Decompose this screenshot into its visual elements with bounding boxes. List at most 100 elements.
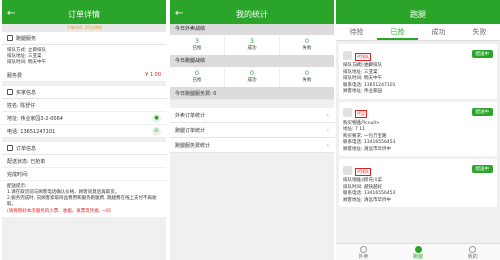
fee-label: 服务费 <box>7 72 23 79</box>
nav-label: 跑腿服务费统计 <box>175 142 211 149</box>
order-card[interactable]: 代排队 1天前 配送中 排队地址: 缪氏川菜 排队时间: 越快越好 联系电话: 1… <box>339 159 497 207</box>
buyer-address-row: 地址: 伟业家园3-2-0064 ● <box>2 112 166 125</box>
page-title: 订单详情 <box>68 10 100 19</box>
run-stats: 0 已抢 0 成功 0 失败 <box>170 67 334 88</box>
order-time-notice: 下单时间: 35分钟前 <box>2 24 166 32</box>
stat-label: 成功 <box>247 78 257 83</box>
page-title: 跑腿 <box>410 10 426 19</box>
nav-label: 跑腿订单统计 <box>175 127 206 134</box>
delivery-status-row: 配送状态: 已抢单 <box>2 155 166 168</box>
nav-run-fee-stats[interactable]: 跑腿服务费统计 › <box>170 138 334 153</box>
section-service-title: 跑腿服务 <box>16 35 37 42</box>
order-detail-screen: ← 订单详情 下单时间: 35分钟前 跑腿服务 排队方式: 立即排队 排队地址:… <box>2 0 166 260</box>
buyer-phone: 电话: 13651247101 <box>7 128 56 135</box>
service-line: 排队时间: 明天中午 <box>7 60 46 65</box>
tab-label: 我的 <box>467 254 478 260</box>
location-icon[interactable]: ● <box>152 113 161 123</box>
service-info: 排队方式: 立即排队 排队地址: 三亚棠 排队时间: 明天中午 <box>2 45 166 69</box>
nav-bar: ← 订单详情 <box>2 5 166 24</box>
stat-number: 0 <box>304 69 310 77</box>
status-badge: 配送中 <box>471 165 493 173</box>
buyer-name: 姓名: 陈舒仔 <box>7 102 36 109</box>
order-card[interactable]: 代排队 35分钟前 配送中 排队方式: 立即排队 排队地址: 三亚棠 排队时间: … <box>339 44 497 99</box>
stat-number: 0 <box>304 37 310 45</box>
order-icon <box>7 145 13 151</box>
tab-failed[interactable]: 失败 <box>459 24 500 40</box>
stat-label: 失败 <box>302 46 312 51</box>
stat-number: 0 <box>194 69 200 77</box>
back-arrow-icon[interactable]: ← <box>175 8 183 20</box>
chevron-right-icon: › <box>326 141 329 149</box>
tab-me[interactable]: 我的 <box>445 244 500 260</box>
section-buyer-title: 买家信息 <box>16 89 37 96</box>
tab-success[interactable]: 成功 <box>418 24 459 40</box>
stat-cell: 0 已抢 <box>170 67 225 87</box>
order-type-tag: 代排队 <box>355 52 371 61</box>
done-time-row: 完成时间: <box>2 168 166 181</box>
errand-icon <box>414 246 422 253</box>
buyer-name-row: 姓名: 陈舒仔 <box>2 99 166 112</box>
order-line: 顾客地址: 清远市华侨中 <box>343 146 391 152</box>
avatar <box>343 50 352 60</box>
tab-grabbed[interactable]: 已抢 <box>377 24 418 40</box>
chevron-right-icon: › <box>326 111 329 119</box>
nav-run-stats[interactable]: 跑腿订单统计 › <box>170 123 334 138</box>
stat-number: 3 <box>249 37 255 45</box>
avatar <box>343 165 352 175</box>
bottom-tab-bar: 外卖 跑腿 我的 <box>336 243 500 260</box>
fee-value: ¥ 1.00 <box>145 72 161 78</box>
section-order: 订单信息 <box>2 142 166 155</box>
order-card[interactable]: 代买 1天前 配送中 购买物品: <null> 地址: 7 11 购买要求: 一包… <box>339 101 497 156</box>
nav-takeout-stats[interactable]: 外卖订单统计 › <box>170 108 334 123</box>
nav-label: 外卖订单统计 <box>175 112 206 119</box>
buyer-phone-row: 电话: 13651247101 ✆ <box>2 125 166 138</box>
nav-bar: 跑腿 <box>336 5 500 24</box>
stat-label: 已抢 <box>192 46 202 51</box>
tab-label: 跑腿 <box>413 254 424 260</box>
order-time: 35分钟前 <box>355 61 373 67</box>
section-service: 跑腿服务 <box>2 32 166 45</box>
tab-label: 外卖 <box>358 254 369 260</box>
stat-cell: 0 成功 <box>225 67 280 87</box>
takeout-stats: 3 已抢 3 成功 0 失败 <box>170 35 334 56</box>
chevron-right-icon: › <box>326 126 329 134</box>
order-card-header: 代排队 1天前 配送中 <box>343 162 493 182</box>
run-fee-summary: 今日跑腿服务费: 0 <box>170 88 334 100</box>
section-order-title: 订单信息 <box>16 145 37 152</box>
order-type-tag: 代排队 <box>355 167 371 176</box>
stat-cell: 3 成功 <box>225 35 280 55</box>
stat-number: 3 <box>194 37 200 45</box>
stat-cell: 0 失败 <box>280 67 334 87</box>
order-type-tag: 代买 <box>355 110 367 118</box>
order-time: 1天前 <box>355 119 366 124</box>
stat-label: 成功 <box>247 46 257 51</box>
stat-number: 0 <box>249 69 255 77</box>
phone-icon[interactable]: ✆ <box>152 126 161 136</box>
buyer-address: 地址: 伟业家园3-2-0064 <box>7 115 63 122</box>
back-arrow-icon[interactable]: ← <box>7 8 15 20</box>
avatar <box>343 108 352 117</box>
page-title: 我的统计 <box>236 10 268 19</box>
done-time: 完成时间: <box>7 171 29 178</box>
section-buyer: 买家信息 <box>2 86 166 99</box>
run-stats-title: 今日跑腿战绩 <box>170 56 334 67</box>
tab-pending[interactable]: 待抢 <box>336 24 377 40</box>
errand-list-screen: 跑腿 待抢 已抢 成功 失败 代排队 35分钟前 配送中 排队方式: 立即排队 排… <box>336 0 500 260</box>
status-tabs: 待抢 已抢 成功 失败 <box>336 24 500 41</box>
status-badge: 配送中 <box>471 107 493 116</box>
order-time: 1天前 <box>355 176 366 182</box>
tips: 配送提示: 1.请在取货前与顾客电话确认价格、顾客同意后再取货。 2.服务完成时… <box>2 181 166 217</box>
stat-label: 失败 <box>302 78 312 83</box>
stat-cell: 3 已抢 <box>170 35 225 55</box>
order-line: 顾客地址: 伟业家园 <box>343 89 382 94</box>
tip-warning: (请保管好本次服务的小票、收据、发票等凭据, 一同 <box>7 209 111 214</box>
order-card-header: 代排队 35分钟前 配送中 <box>343 47 493 67</box>
tab-takeout[interactable]: 外卖 <box>336 244 391 260</box>
takeout-icon <box>359 246 367 253</box>
nav-bar: ← 我的统计 <box>170 5 334 24</box>
takeout-stats-title: 今日外卖战绩 <box>170 24 334 35</box>
order-card-header: 代买 1天前 配送中 <box>343 105 493 124</box>
tab-errand[interactable]: 跑腿 <box>391 244 446 260</box>
stat-label: 已抢 <box>192 78 202 83</box>
statistics-screen: ← 我的统计 今日外卖战绩 3 已抢 3 成功 0 失败 今日跑腿战绩 0 已抢 0 成功… <box>170 0 334 260</box>
